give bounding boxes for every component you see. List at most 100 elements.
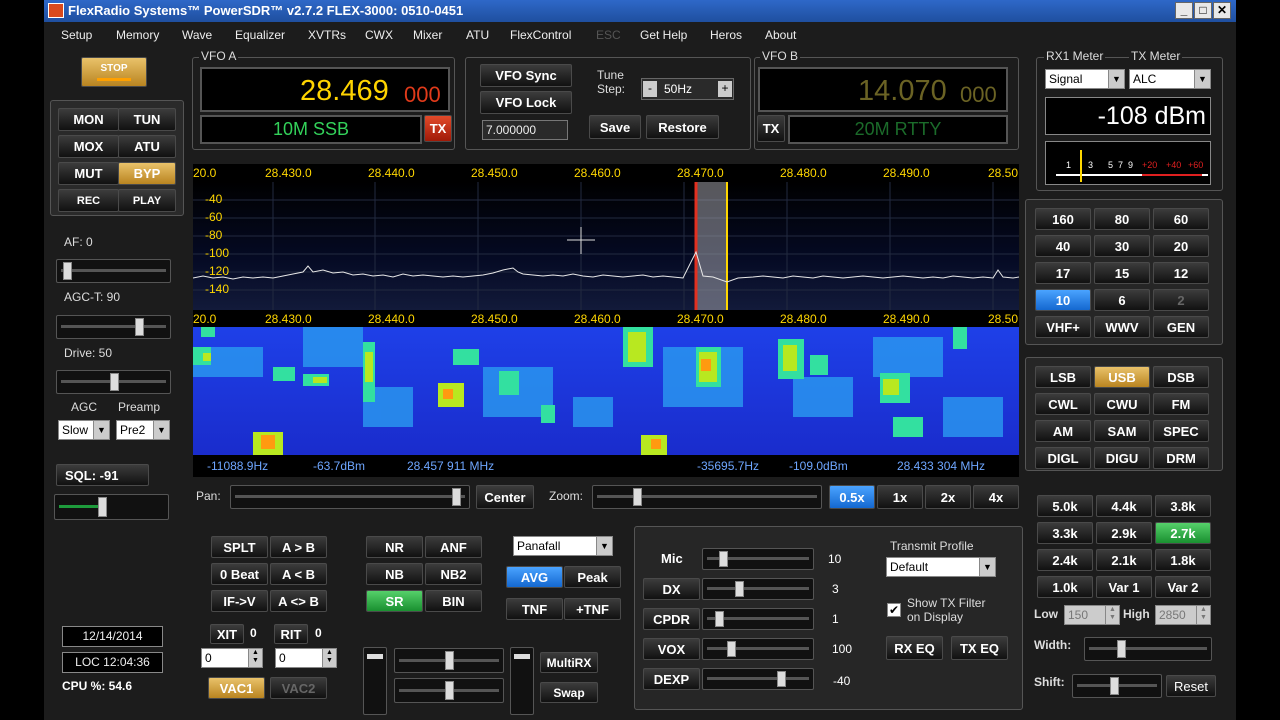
tun-button[interactable]: TUN [118, 108, 176, 131]
byp-button[interactable]: BYP [118, 162, 176, 185]
dexp-button[interactable]: DEXP [643, 668, 700, 690]
cpdr-slider[interactable] [702, 608, 814, 630]
mox-button[interactable]: MOX [58, 135, 119, 158]
mode-button-cwu[interactable]: CWU [1094, 393, 1150, 415]
multirx-button[interactable]: MultiRX [540, 652, 598, 673]
panadapter-area[interactable]: 20.0 28.430.0 28.440.0 28.450.0 28.460.0 28.4… [193, 164, 1019, 477]
filter-button-3-3k[interactable]: 3.3k [1037, 522, 1093, 544]
vox-button[interactable]: VOX [643, 638, 700, 660]
save-button[interactable]: Save [589, 115, 641, 139]
band-button-80[interactable]: 80 [1094, 208, 1150, 230]
a-to-b-button[interactable]: A > B [270, 536, 327, 558]
tnf-button[interactable]: TNF [506, 598, 563, 620]
vfo-b-tx-button[interactable]: TX [757, 115, 785, 142]
menu-setup[interactable]: Setup [61, 28, 92, 42]
spectrum-display[interactable]: -40 -60 -80 -100 -120 -140 [193, 182, 1019, 310]
swap-button[interactable]: Swap [540, 682, 598, 703]
b-to-a-button[interactable]: A < B [270, 563, 327, 585]
minimize-button[interactable]: _ [1175, 2, 1193, 19]
transmit-profile-select[interactable]: Default ▼ [886, 557, 996, 577]
vac2-button[interactable]: VAC2 [270, 677, 327, 699]
tune-step-plus[interactable]: + [718, 81, 732, 97]
filter-button-1-8k[interactable]: 1.8k [1155, 549, 1211, 571]
band-button-40[interactable]: 40 [1035, 235, 1091, 257]
dx-slider[interactable] [702, 578, 814, 600]
filter-button-var-1[interactable]: Var 1 [1096, 576, 1152, 598]
mode-button-dsb[interactable]: DSB [1153, 366, 1209, 388]
zero-beat-button[interactable]: 0 Beat [211, 563, 268, 585]
sql-slider[interactable] [54, 494, 169, 520]
nb2-button[interactable]: NB2 [425, 563, 482, 585]
filter-button-4-4k[interactable]: 4.4k [1096, 495, 1152, 517]
mode-button-spec[interactable]: SPEC [1153, 420, 1209, 442]
filter-low-field[interactable]: 150 ▲ ▼ [1064, 605, 1120, 625]
vox-slider[interactable] [702, 638, 814, 660]
mic-slider[interactable] [702, 548, 814, 570]
a-swap-b-button[interactable]: A <> B [270, 590, 327, 612]
cpdr-button[interactable]: CPDR [643, 608, 700, 630]
mode-button-digl[interactable]: DIGL [1035, 447, 1091, 469]
center-button[interactable]: Center [476, 485, 534, 509]
preamp-select[interactable]: Pre2 ▼ [116, 420, 170, 440]
menu-flexcontrol[interactable]: FlexControl [510, 28, 571, 42]
mode-button-drm[interactable]: DRM [1153, 447, 1209, 469]
filter-button-2-1k[interactable]: 2.1k [1096, 549, 1152, 571]
tune-step-minus[interactable]: - [643, 81, 657, 97]
band-button-160[interactable]: 160 [1035, 208, 1091, 230]
band-button-10[interactable]: 10 [1035, 289, 1091, 311]
zoom-1x-button[interactable]: 1x [877, 485, 923, 509]
vfo-b-display[interactable]: 14.070 000 [758, 67, 1008, 112]
zoom-0.5x-button[interactable]: 0.5x [829, 485, 875, 509]
menu-about[interactable]: About [765, 28, 796, 42]
vfo-a-tx-button[interactable]: TX [424, 115, 452, 142]
waterfall-display[interactable] [193, 327, 1019, 455]
nb-button[interactable]: NB [366, 563, 423, 585]
band-button-17[interactable]: 17 [1035, 262, 1091, 284]
band-button-15[interactable]: 15 [1094, 262, 1150, 284]
sr-button[interactable]: SR [366, 590, 423, 612]
menu-heros[interactable]: Heros [710, 28, 742, 42]
filter-button-3-8k[interactable]: 3.8k [1155, 495, 1211, 517]
mode-button-am[interactable]: AM [1035, 420, 1091, 442]
vac1-button[interactable]: VAC1 [208, 677, 265, 699]
maximize-button[interactable]: □ [1194, 2, 1212, 19]
filter-button-2-4k[interactable]: 2.4k [1037, 549, 1093, 571]
split-button[interactable]: SPLT [211, 536, 268, 558]
drive-slider[interactable] [56, 370, 171, 394]
display-mode-select[interactable]: Panafall ▼ [513, 536, 613, 556]
atu-button[interactable]: ATU [118, 135, 176, 158]
filter-shift-slider[interactable] [1072, 674, 1162, 698]
filter-button-1-0k[interactable]: 1.0k [1037, 576, 1093, 598]
band-button-20[interactable]: 20 [1153, 235, 1209, 257]
band-button-12[interactable]: 12 [1153, 262, 1209, 284]
filter-button-2-7k[interactable]: 2.7k [1155, 522, 1211, 544]
filter-reset-button[interactable]: Reset [1166, 675, 1216, 697]
freq-input[interactable]: 7.000000 [482, 120, 568, 140]
menu-mixer[interactable]: Mixer [413, 28, 442, 42]
mode-button-usb[interactable]: USB [1094, 366, 1150, 388]
rit-button[interactable]: RIT [274, 624, 308, 644]
filter-button-2-9k[interactable]: 2.9k [1096, 522, 1152, 544]
vfo-lock-button[interactable]: VFO Lock [480, 91, 572, 114]
band-button-gen[interactable]: GEN [1153, 316, 1209, 338]
af-slider[interactable] [56, 259, 171, 283]
nr-button[interactable]: NR [366, 536, 423, 558]
band-button-2[interactable]: 2 [1153, 289, 1209, 311]
agc-select[interactable]: Slow ▼ [58, 420, 110, 440]
menu-esc[interactable]: ESC [596, 28, 621, 42]
close-button[interactable]: ✕ [1213, 2, 1231, 19]
band-button-vhfplus[interactable]: VHF+ [1035, 316, 1091, 338]
tune-step-control[interactable]: - 50Hz + [641, 78, 734, 100]
menu-equalizer[interactable]: Equalizer [235, 28, 285, 42]
filter-button-5-0k[interactable]: 5.0k [1037, 495, 1093, 517]
filter-width-slider[interactable] [1084, 637, 1212, 661]
rx-meter-select[interactable]: Signal ▼ [1045, 69, 1125, 89]
filter-high-field[interactable]: 2850 ▲ ▼ [1155, 605, 1211, 625]
xit-field[interactable]: 0 ▲ ▼ [201, 648, 263, 668]
mode-button-fm[interactable]: FM [1153, 393, 1209, 415]
zoom-4x-button[interactable]: 4x [973, 485, 1019, 509]
zoom-2x-button[interactable]: 2x [925, 485, 971, 509]
menu-memory[interactable]: Memory [116, 28, 159, 42]
mode-button-digu[interactable]: DIGU [1094, 447, 1150, 469]
rec-button[interactable]: REC [58, 189, 119, 212]
